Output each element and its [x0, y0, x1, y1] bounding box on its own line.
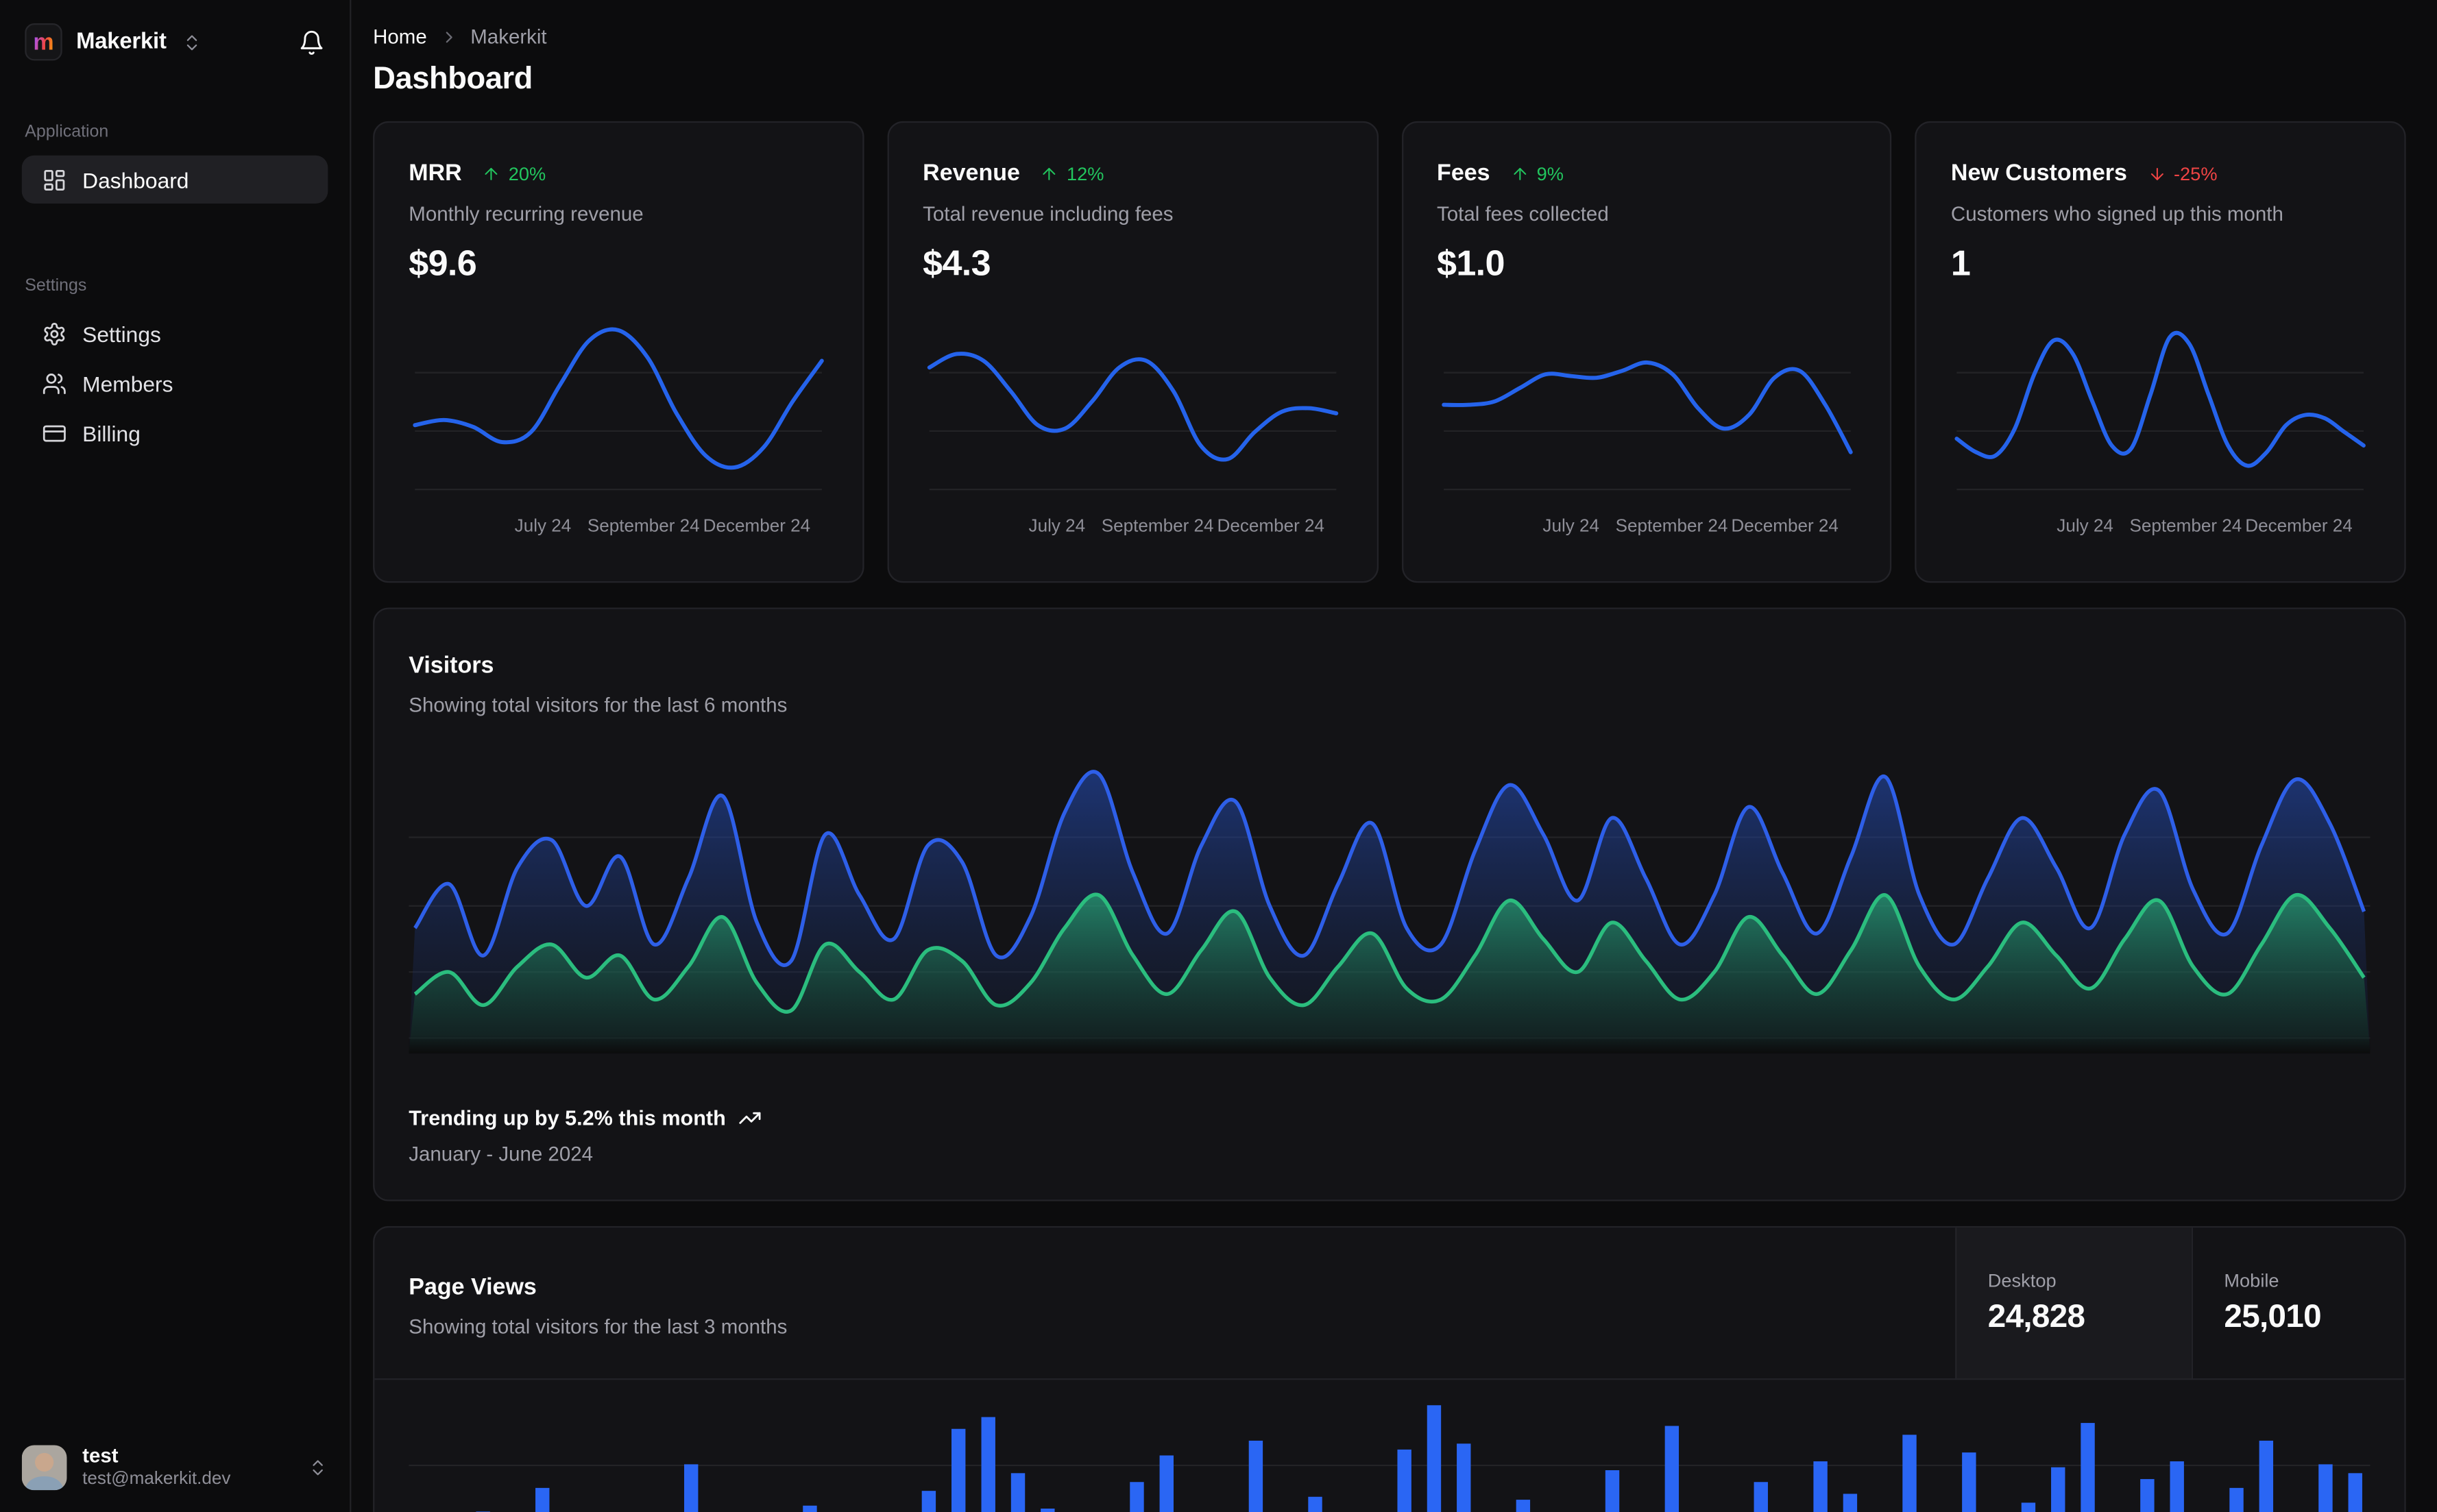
- sidebar-item-label: Billing: [82, 420, 141, 446]
- sidebar-item-settings[interactable]: Settings: [22, 309, 328, 357]
- page-views-subtitle: Showing total visitors for the last 3 mo…: [409, 1315, 788, 1339]
- stat-subtitle: Total fees collected: [1437, 202, 1609, 225]
- nav-section-settings: Settings: [25, 276, 87, 295]
- trending-up-icon: [738, 1106, 762, 1130]
- sidebar-item-dashboard[interactable]: Dashboard: [21, 155, 328, 204]
- arrow-up-icon: [1043, 167, 1056, 180]
- user-meta: test test@makerkit.dev: [82, 1443, 231, 1491]
- makerkit-logo: m: [25, 23, 62, 61]
- stat-title: New Customers: [1950, 160, 2127, 187]
- sidebar-item-label: Dashboard: [82, 167, 189, 193]
- stat-card-fees: Fees 9% Total fees collected $1.0 July 2…: [1401, 121, 1892, 583]
- toggle-value: 25,010: [2224, 1299, 2321, 1335]
- stat-subtitle: Monthly recurring revenue: [409, 202, 644, 225]
- page-views-header: Page Views Showing total visitors for th…: [374, 1228, 2405, 1380]
- visitors-area-chart: [409, 751, 2371, 1054]
- visitors-trend-text: Trending up by 5.2% this month: [409, 1106, 726, 1130]
- spark-x-labels: July 24 September 24 December 24: [2057, 517, 2353, 537]
- page-title: Dashboard: [373, 62, 533, 97]
- stat-value: $4.3: [923, 242, 991, 283]
- nav-section-application: Application: [25, 123, 109, 142]
- users-icon: [42, 371, 66, 395]
- trend-badge: 9%: [1510, 162, 1564, 184]
- bell-icon[interactable]: [298, 29, 325, 56]
- mrr-sparkline: [409, 304, 828, 514]
- chevrons-up-down-icon: [182, 32, 202, 51]
- visitors-card: Visitors Showing total visitors for the …: [373, 607, 2406, 1202]
- toggle-label: Desktop: [1987, 1269, 2057, 1292]
- sidebar-item-members[interactable]: Members: [22, 359, 328, 407]
- team-switcher[interactable]: m Makerkit: [0, 0, 350, 73]
- user-email: test@makerkit.dev: [82, 1470, 231, 1489]
- page-views-card: Page Views Showing total visitors for th…: [373, 1226, 2406, 1512]
- stat-title: Revenue: [923, 160, 1020, 187]
- user-menu[interactable]: test test@makerkit.dev: [0, 1426, 350, 1512]
- spark-x-labels: July 24 September 24 December 24: [1028, 517, 1325, 537]
- toggle-label: Mobile: [2224, 1269, 2279, 1292]
- revenue-sparkline: [923, 304, 1342, 514]
- toggle-desktop[interactable]: Desktop 24,828: [1955, 1228, 2192, 1379]
- logo-letter: m: [33, 28, 54, 56]
- stat-subtitle: Total revenue including fees: [923, 202, 1174, 225]
- sidebar: m Makerkit Application Dashboard Setting…: [0, 0, 352, 1512]
- stat-value: $9.6: [409, 242, 477, 283]
- stat-card-mrr: MRR 20% Monthly recurring revenue $9.6 J…: [373, 121, 864, 583]
- sidebar-item-billing[interactable]: Billing: [22, 409, 328, 456]
- new-customers-sparkline: [1951, 304, 2371, 514]
- breadcrumb: Home Makerkit: [373, 25, 2406, 48]
- visitors-subtitle: Showing total visitors for the last 6 mo…: [409, 693, 788, 717]
- page-views-title: Page Views: [409, 1274, 537, 1301]
- layout-dashboard-icon: [42, 167, 66, 192]
- breadcrumb-current: Makerkit: [470, 25, 547, 49]
- visitors-footer: Trending up by 5.2% this month: [409, 1106, 2370, 1130]
- toggle-mobile[interactable]: Mobile 25,010: [2191, 1228, 2405, 1379]
- visitors-date-range: January - June 2024: [409, 1142, 594, 1166]
- stat-value: $1.0: [1437, 242, 1505, 283]
- arrow-down-icon: [2150, 167, 2163, 180]
- breadcrumb-home-link[interactable]: Home: [373, 25, 427, 48]
- sidebar-item-label: Members: [82, 370, 173, 396]
- main-content: Home Makerkit Dashboard MRR 20% Monthly …: [351, 0, 2437, 1512]
- user-name: test: [82, 1443, 119, 1467]
- chevrons-up-down-icon: [308, 1458, 328, 1478]
- stat-title: MRR: [409, 160, 462, 187]
- sidebar-nav: Application Dashboard Settings Settings …: [0, 73, 350, 1427]
- avatar: [21, 1445, 67, 1491]
- credit-card-icon: [42, 420, 66, 445]
- spark-x-labels: July 24 September 24 December 24: [514, 517, 811, 537]
- trend-badge: 12%: [1040, 162, 1104, 184]
- stat-subtitle: Customers who signed up this month: [1950, 202, 2283, 225]
- trend-badge: -25%: [2147, 162, 2218, 184]
- trend-badge: 20%: [482, 162, 546, 184]
- chevron-right-icon: [439, 27, 458, 46]
- arrow-up-icon: [485, 167, 498, 180]
- stat-card-revenue: Revenue 12% Total revenue including fees…: [887, 121, 1378, 583]
- arrow-up-icon: [1513, 167, 1526, 180]
- fees-sparkline: [1437, 304, 1856, 514]
- stat-cards-row: MRR 20% Monthly recurring revenue $9.6 J…: [373, 121, 2406, 583]
- spark-x-labels: July 24 September 24 December 24: [1542, 517, 1839, 537]
- stat-title: Fees: [1437, 160, 1490, 187]
- toggle-value: 24,828: [1987, 1299, 2085, 1335]
- gear-icon: [42, 321, 66, 345]
- stat-value: 1: [1950, 242, 1971, 283]
- app-root: m Makerkit Application Dashboard Setting…: [0, 0, 2437, 1512]
- page-views-bar-chart: [374, 1380, 2404, 1512]
- visitors-title: Visitors: [409, 653, 494, 679]
- sidebar-item-label: Settings: [82, 321, 161, 346]
- team-name: Makerkit: [76, 29, 167, 55]
- stat-card-new-customers: New Customers -25% Customers who signed …: [1915, 121, 2406, 583]
